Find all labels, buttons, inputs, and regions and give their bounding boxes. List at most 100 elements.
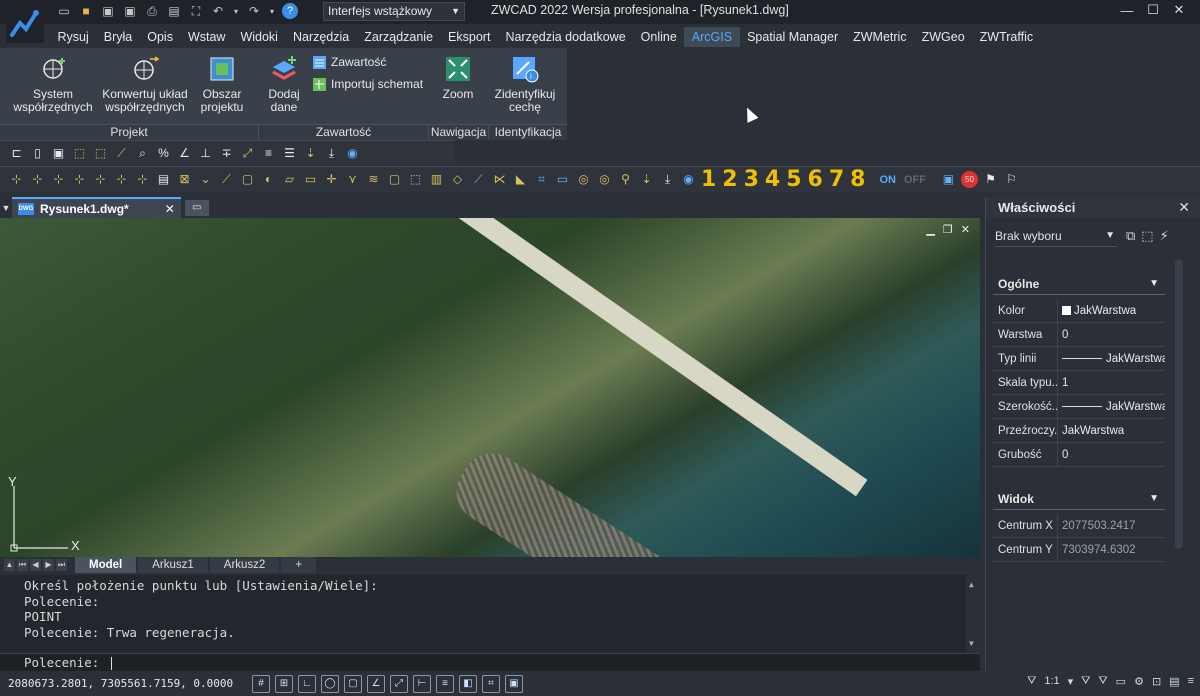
snap-icon[interactable]: ⊹ (71, 171, 88, 188)
tool-icon[interactable]: ⟋ (218, 171, 235, 188)
section-view-header[interactable]: Widok ▼ (993, 492, 1165, 510)
tool-icon[interactable]: ≋ (365, 171, 382, 188)
tool-icon[interactable]: ⟋ (113, 145, 130, 162)
menu-lines-icon[interactable]: ≡ (1188, 675, 1194, 688)
tool-icon[interactable]: ▭ (302, 171, 319, 188)
layer-numbers[interactable]: 12345678 (701, 167, 871, 192)
zoom-button[interactable]: Zoom (436, 54, 480, 101)
tool-icon[interactable]: ▭ (554, 171, 571, 188)
command-scrollbar[interactable]: ▲ ▼ (966, 575, 980, 653)
tool-icon[interactable]: ⌄ (197, 171, 214, 188)
property-row[interactable]: Skala typu... 1 (993, 370, 1165, 395)
hardware-accel-icon[interactable]: ▤ (1169, 675, 1179, 688)
tool-icon[interactable]: ⚐ (1003, 171, 1020, 188)
drawing-area[interactable]: ▁ ❐ ✕ Y X (0, 218, 980, 557)
save-as-icon[interactable]: ▣ (122, 3, 138, 19)
speed-icon[interactable]: 50 (960, 171, 978, 188)
help-icon[interactable]: ? (282, 3, 298, 19)
globe-tool-icon[interactable]: ◉ (680, 171, 697, 188)
selection-cycling-icon[interactable]: ⌗ (482, 674, 500, 693)
property-row[interactable]: Szerokość... JakWarstwa (993, 394, 1165, 419)
print-icon[interactable]: ⎙ (144, 3, 160, 19)
selection-dropdown[interactable]: Brak wyboru ▼ (995, 229, 1117, 247)
undo-dropdown-icon[interactable]: ▾ (232, 3, 240, 19)
system-coordinates-button[interactable]: System współrzędnych (8, 54, 98, 114)
scroll-down-icon[interactable]: ▼ (969, 636, 974, 652)
tool-icon[interactable]: ⇣ (302, 145, 319, 162)
dynamic-ucs-icon[interactable]: ⤢ (390, 674, 408, 693)
document-tab[interactable]: DWG Rysunek1.dwg* ✕ (12, 197, 181, 218)
tool-icon[interactable]: ◎ (575, 171, 592, 188)
download-icon[interactable]: ⤓ (323, 145, 340, 162)
menu-item[interactable]: Eksport (441, 27, 498, 47)
tool-icon[interactable]: ▣ (50, 145, 67, 162)
annotation-icon[interactable]: ⛛ (1027, 675, 1036, 688)
maximize-icon[interactable]: ☐ (1140, 0, 1166, 20)
tool-icon[interactable]: ∓ (218, 145, 235, 162)
menu-item[interactable]: Narzędzia (285, 27, 356, 47)
nav-last-icon[interactable]: ⏭ (56, 559, 67, 571)
menu-item[interactable]: ZWTraffic (972, 27, 1040, 47)
redo-icon[interactable]: ↷ (246, 3, 262, 19)
off-toggle[interactable]: OFF (904, 174, 926, 186)
tool-icon[interactable]: ⊏ (8, 145, 25, 162)
app-logo[interactable] (0, 0, 50, 48)
nav-prev-icon[interactable]: ◀ (30, 559, 41, 571)
minimize-icon[interactable]: — (1114, 0, 1140, 20)
tool-icon[interactable]: ◎ (596, 171, 613, 188)
tool-icon[interactable]: ⚑ (982, 171, 999, 188)
tool-icon[interactable]: ▥ (428, 171, 445, 188)
menu-item[interactable]: Rysuj (50, 27, 96, 47)
close-tab-icon[interactable]: ✕ (165, 202, 175, 216)
new-tab-icon[interactable]: ▭ (184, 199, 209, 216)
on-toggle[interactable]: ON (879, 174, 896, 186)
select-objects-icon[interactable]: ⬚ (1141, 228, 1153, 244)
select-window-icon[interactable]: ⬚ (71, 145, 88, 162)
contents-button[interactable]: Zawartość (312, 55, 386, 70)
tool-icon[interactable]: ◐ (260, 171, 277, 188)
layout-tab[interactable]: Model (75, 557, 137, 573)
new-file-icon[interactable]: ▭ (56, 3, 72, 19)
quick-select-icon[interactable]: ⚡ (1160, 228, 1169, 244)
redo-dropdown-icon[interactable]: ▾ (268, 3, 276, 19)
polar-icon[interactable]: ◯ (321, 674, 339, 693)
save-icon[interactable]: ▣ (100, 3, 116, 19)
menu-item[interactable]: Bryła (96, 27, 139, 47)
project-area-button[interactable]: Obszar projektu (190, 54, 254, 114)
snap-icon[interactable]: ⊹ (92, 171, 109, 188)
menu-item[interactable]: Spatial Manager (740, 27, 846, 47)
menu-item[interactable]: Narzędzia dodatkowe (498, 27, 633, 47)
snap-icon[interactable]: ⊹ (8, 171, 25, 188)
toggle-pickadd-icon[interactable]: ⧉ (1126, 228, 1135, 244)
close-panel-icon[interactable]: ✕ (1178, 199, 1190, 216)
tool-icon[interactable]: ⇣ (638, 171, 655, 188)
menu-item[interactable]: ZWMetric (846, 27, 914, 47)
annotation-visibility-icon[interactable]: ⛛ (1081, 675, 1090, 688)
scale-readout[interactable]: 1:1 (1044, 675, 1059, 688)
section-general-header[interactable]: Ogólne ▼ (993, 277, 1165, 295)
tool-icon[interactable]: ◣ (512, 171, 529, 188)
tool-icon[interactable]: ▢ (386, 171, 403, 188)
tool-icon[interactable]: ▱ (281, 171, 298, 188)
nav-next-icon[interactable]: ▶ (43, 559, 54, 571)
property-row[interactable]: Grubość 0 (993, 442, 1165, 467)
zoom-extents-icon[interactable]: ⛶ (188, 3, 204, 19)
snap-icon[interactable]: ⊹ (113, 171, 130, 188)
workspace-icon[interactable]: ▭ (1116, 675, 1126, 688)
menu-item[interactable]: Wstaw (180, 27, 233, 47)
auto-scale-icon[interactable]: ⛛ (1098, 675, 1107, 688)
tool-icon[interactable]: ▣ (940, 171, 957, 188)
property-row[interactable]: Warstwa 0 (993, 322, 1165, 347)
menu-item[interactable]: Zarządzanie (357, 27, 441, 47)
tool-icon[interactable]: ▯ (29, 145, 46, 162)
snap-icon[interactable]: ⊹ (50, 171, 67, 188)
menu-item[interactable]: ArcGIS (684, 27, 740, 47)
tool-icon[interactable]: ⟋ (470, 171, 487, 188)
viewport-restore-icon[interactable]: ❐ (943, 223, 953, 236)
tool-icon[interactable]: ⊠ (176, 171, 193, 188)
tool-icon[interactable]: ⋎ (344, 171, 361, 188)
tool-icon[interactable]: ▤ (155, 171, 172, 188)
tool-icon[interactable]: ⬚ (407, 171, 424, 188)
tool-icon[interactable]: ⋉ (491, 171, 508, 188)
add-data-button[interactable]: Dodaj dane (262, 54, 306, 114)
